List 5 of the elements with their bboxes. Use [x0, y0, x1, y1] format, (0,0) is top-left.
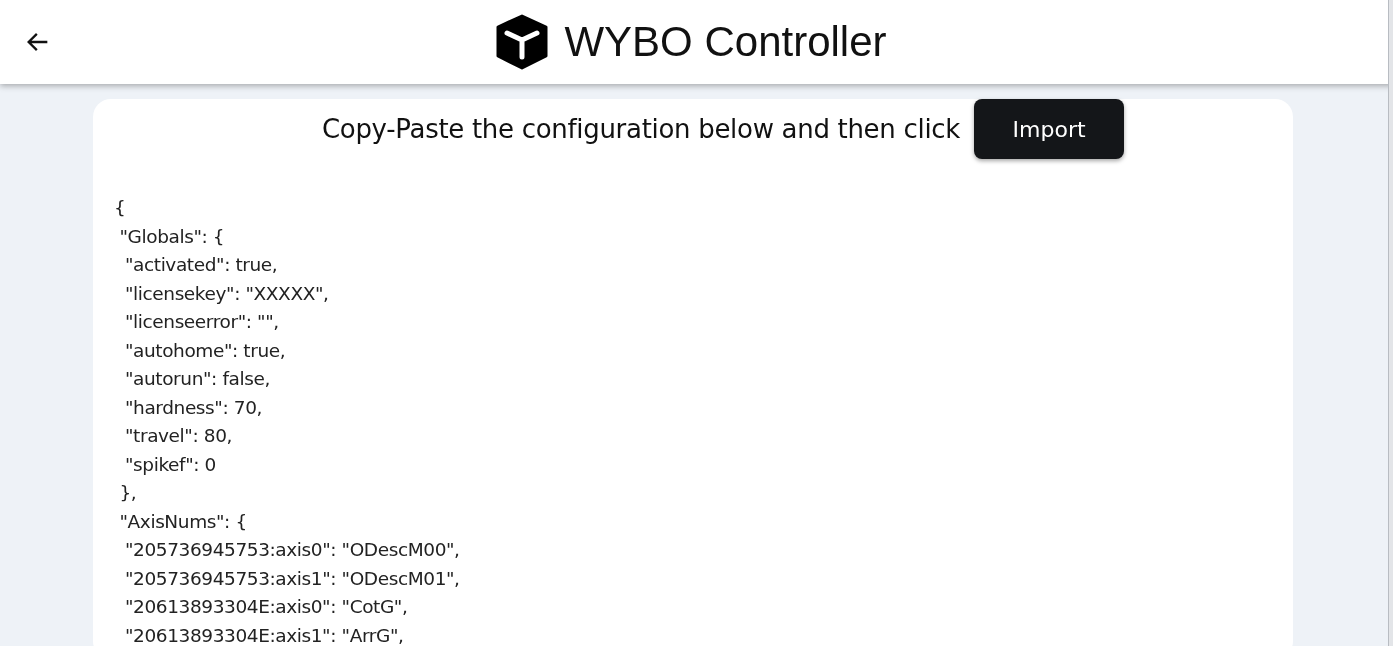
app-title: WYBO Controller [564, 18, 887, 66]
cube-logo-icon [494, 14, 551, 70]
config-text-area[interactable]: { "Globals": { "activated": true, "licensekey": "XXXXX", "licenseerror": "", "autohome": true, "autorun": false, "hardness": 70, "travel": 80, "spikef": 0 }, "AxisNums": { "205736945753:axis0": "ODescM00", "205736945753:axis1": "ODescM01", "20613893304E:axis0": "CotG", "20613893304E:axis1": "ArrG", [114, 194, 460, 646]
import-button[interactable]: Import [974, 99, 1125, 159]
instruction-text: Copy-Paste the configuration below and then click [321, 114, 961, 144]
